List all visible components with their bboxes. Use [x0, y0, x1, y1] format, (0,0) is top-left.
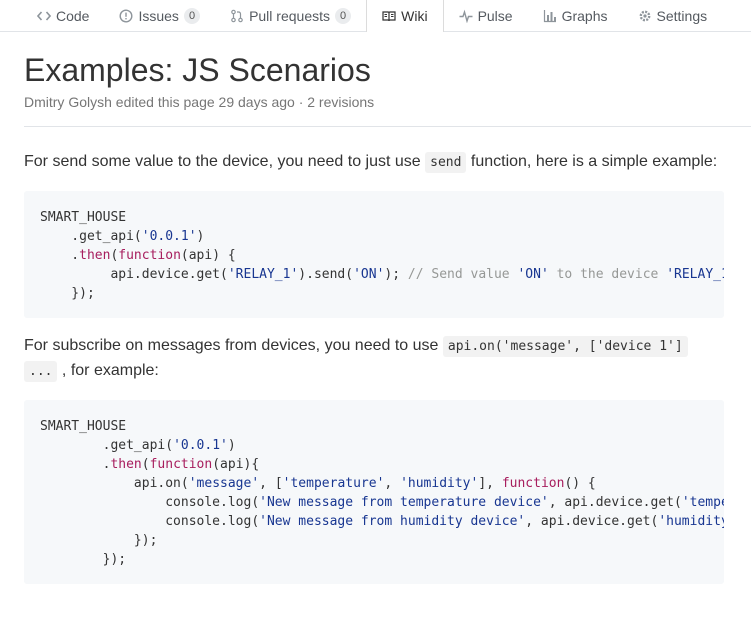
tab-settings-label: Settings — [656, 7, 708, 24]
inline-code-api-on: api.on('message', ['device 1'] — [442, 336, 688, 357]
inline-code-send: send — [425, 152, 467, 173]
pull-requests-counter: 0 — [335, 7, 352, 24]
tab-code-label: Code — [56, 7, 90, 24]
tab-pull-requests[interactable]: Pull requests 0 — [215, 0, 366, 31]
paragraph-subscribe: For subscribe on messages from devices, … — [24, 334, 724, 384]
code-line: SMART_HOUSE — [40, 419, 127, 434]
page-title: Examples: JS Scenarios — [24, 52, 371, 88]
paragraph-send-text-end: function, here is a simple example: — [466, 153, 718, 170]
tab-graphs[interactable]: Graphs — [528, 0, 623, 31]
paragraph-subscribe-text-end: , for example: — [57, 362, 159, 379]
issue-icon — [119, 8, 133, 23]
code-line: console.log('New message from humidity d… — [40, 514, 724, 529]
code-line: SMART_HOUSE — [40, 210, 127, 225]
code-line: console.log('New message from temperatur… — [40, 495, 724, 510]
page-edit-meta: Dmitry Golysh edited this page 29 days a… — [24, 94, 375, 110]
tab-issues[interactable]: Issues 0 — [104, 0, 215, 31]
tab-pull-requests-label: Pull requests — [249, 7, 330, 24]
pulse-icon — [459, 9, 473, 23]
inline-code-ellipsis: ... — [24, 361, 58, 382]
code-line: .then(function(api){ — [40, 457, 260, 472]
code-block-send: SMART_HOUSE .get_api('0.0.1') .then(func… — [24, 191, 724, 318]
tab-wiki[interactable]: Wiki — [366, 0, 444, 32]
code-line: .get_api('0.0.1') — [40, 438, 236, 453]
code-icon — [37, 9, 51, 23]
tab-issues-label: Issues — [138, 7, 179, 24]
paragraph-send-text-start: For send some value to the device, you n… — [24, 153, 426, 170]
code-line: .then(function(api) { — [40, 248, 236, 263]
code-line: .get_api('0.0.1') — [40, 229, 205, 244]
graph-icon — [543, 9, 557, 23]
pull-request-icon — [230, 9, 244, 23]
tab-wiki-label: Wiki — [401, 8, 428, 24]
code-line: api.on('message', ['temperature', 'humid… — [40, 476, 596, 491]
tab-pulse-label: Pulse — [477, 7, 513, 24]
tab-code[interactable]: Code — [25, 0, 104, 31]
wiki-page-header: Examples: JS Scenarios Dmitry Golysh edi… — [24, 32, 751, 127]
paragraph-send: For send some value to the device, you n… — [24, 150, 724, 175]
code-line: }); — [40, 552, 127, 567]
code-line: api.device.get('RELAY_1').send('ON'); //… — [40, 267, 724, 282]
issues-counter: 0 — [183, 7, 201, 24]
code-block-subscribe: SMART_HOUSE .get_api('0.0.1') .then(func… — [24, 400, 724, 584]
tab-pulse[interactable]: Pulse — [444, 0, 528, 31]
paragraph-subscribe-text-start: For subscribe on messages from devices, … — [24, 337, 443, 354]
wiki-content: For send some value to the device, you n… — [24, 150, 724, 584]
gear-icon — [638, 9, 652, 23]
tab-settings[interactable]: Settings — [623, 0, 723, 31]
code-line: }); — [40, 286, 95, 301]
book-icon — [382, 9, 396, 23]
repo-nav-tabs: Code Issues 0 Pull requests 0 Wiki Pulse… — [0, 0, 751, 32]
tab-graphs-label: Graphs — [561, 7, 608, 24]
code-line: }); — [40, 533, 158, 548]
